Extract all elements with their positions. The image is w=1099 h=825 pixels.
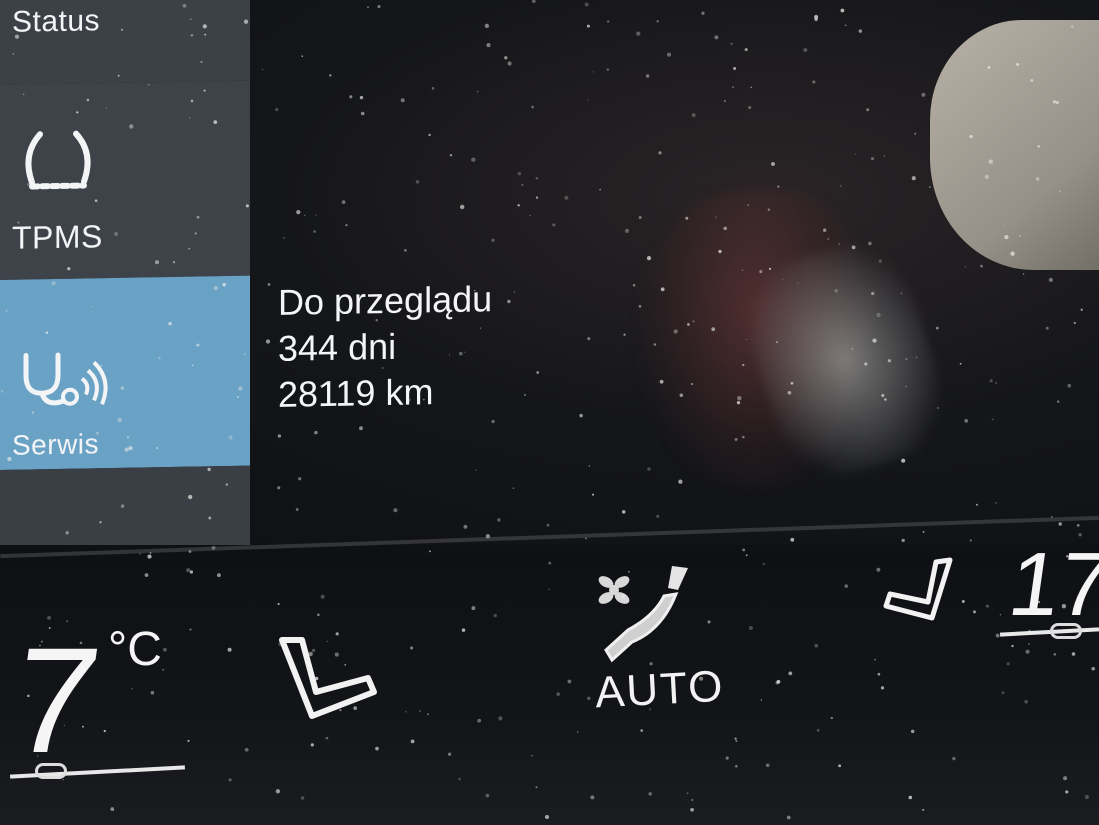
driver-temperature[interactable]: 7: [2, 616, 109, 784]
temperature-unit: °C: [108, 623, 162, 676]
passenger-temperature[interactable]: 17: [1003, 535, 1099, 635]
sidebar-item-serwis[interactable]: Serwis: [0, 275, 250, 470]
app-sidebar: Status TPMS Serwis: [0, 0, 250, 550]
sidebar-item-label: Status: [12, 4, 101, 39]
sidebar-item-label: Serwis: [12, 428, 100, 461]
sidebar-item-label: TPMS: [12, 218, 103, 256]
car-display: Status TPMS Serwis Do przeglądu 344 dni …: [0, 0, 1099, 825]
sidebar-item-status[interactable]: Status: [0, 0, 250, 86]
seat-heat-left-icon[interactable]: [272, 620, 382, 730]
stethoscope-icon: [23, 352, 108, 406]
fan-auto-label[interactable]: AUTO: [594, 662, 726, 719]
climate-bar: 7 °C AUTO 17: [0, 515, 1099, 825]
seat-heat-right-icon[interactable]: [880, 550, 960, 630]
reflection-background: [930, 20, 1099, 270]
slider-knob[interactable]: [1050, 623, 1082, 639]
tire-pressure-icon: [25, 130, 91, 190]
fan-airflow-icon[interactable]: [592, 560, 702, 680]
center-screen: Status TPMS Serwis Do przeglądu 344 dni …: [0, 0, 1099, 560]
sidebar-item-tpms[interactable]: TPMS: [0, 80, 250, 280]
service-days-remaining: 344 dni: [278, 325, 397, 369]
service-info-title: Do przeglądu: [278, 278, 493, 323]
service-info: Do przeglądu 344 dni 28119 km: [278, 276, 492, 418]
slider-knob[interactable]: [35, 763, 67, 779]
sidebar-item-empty: [0, 465, 250, 550]
service-km-remaining: 28119 km: [278, 371, 434, 415]
